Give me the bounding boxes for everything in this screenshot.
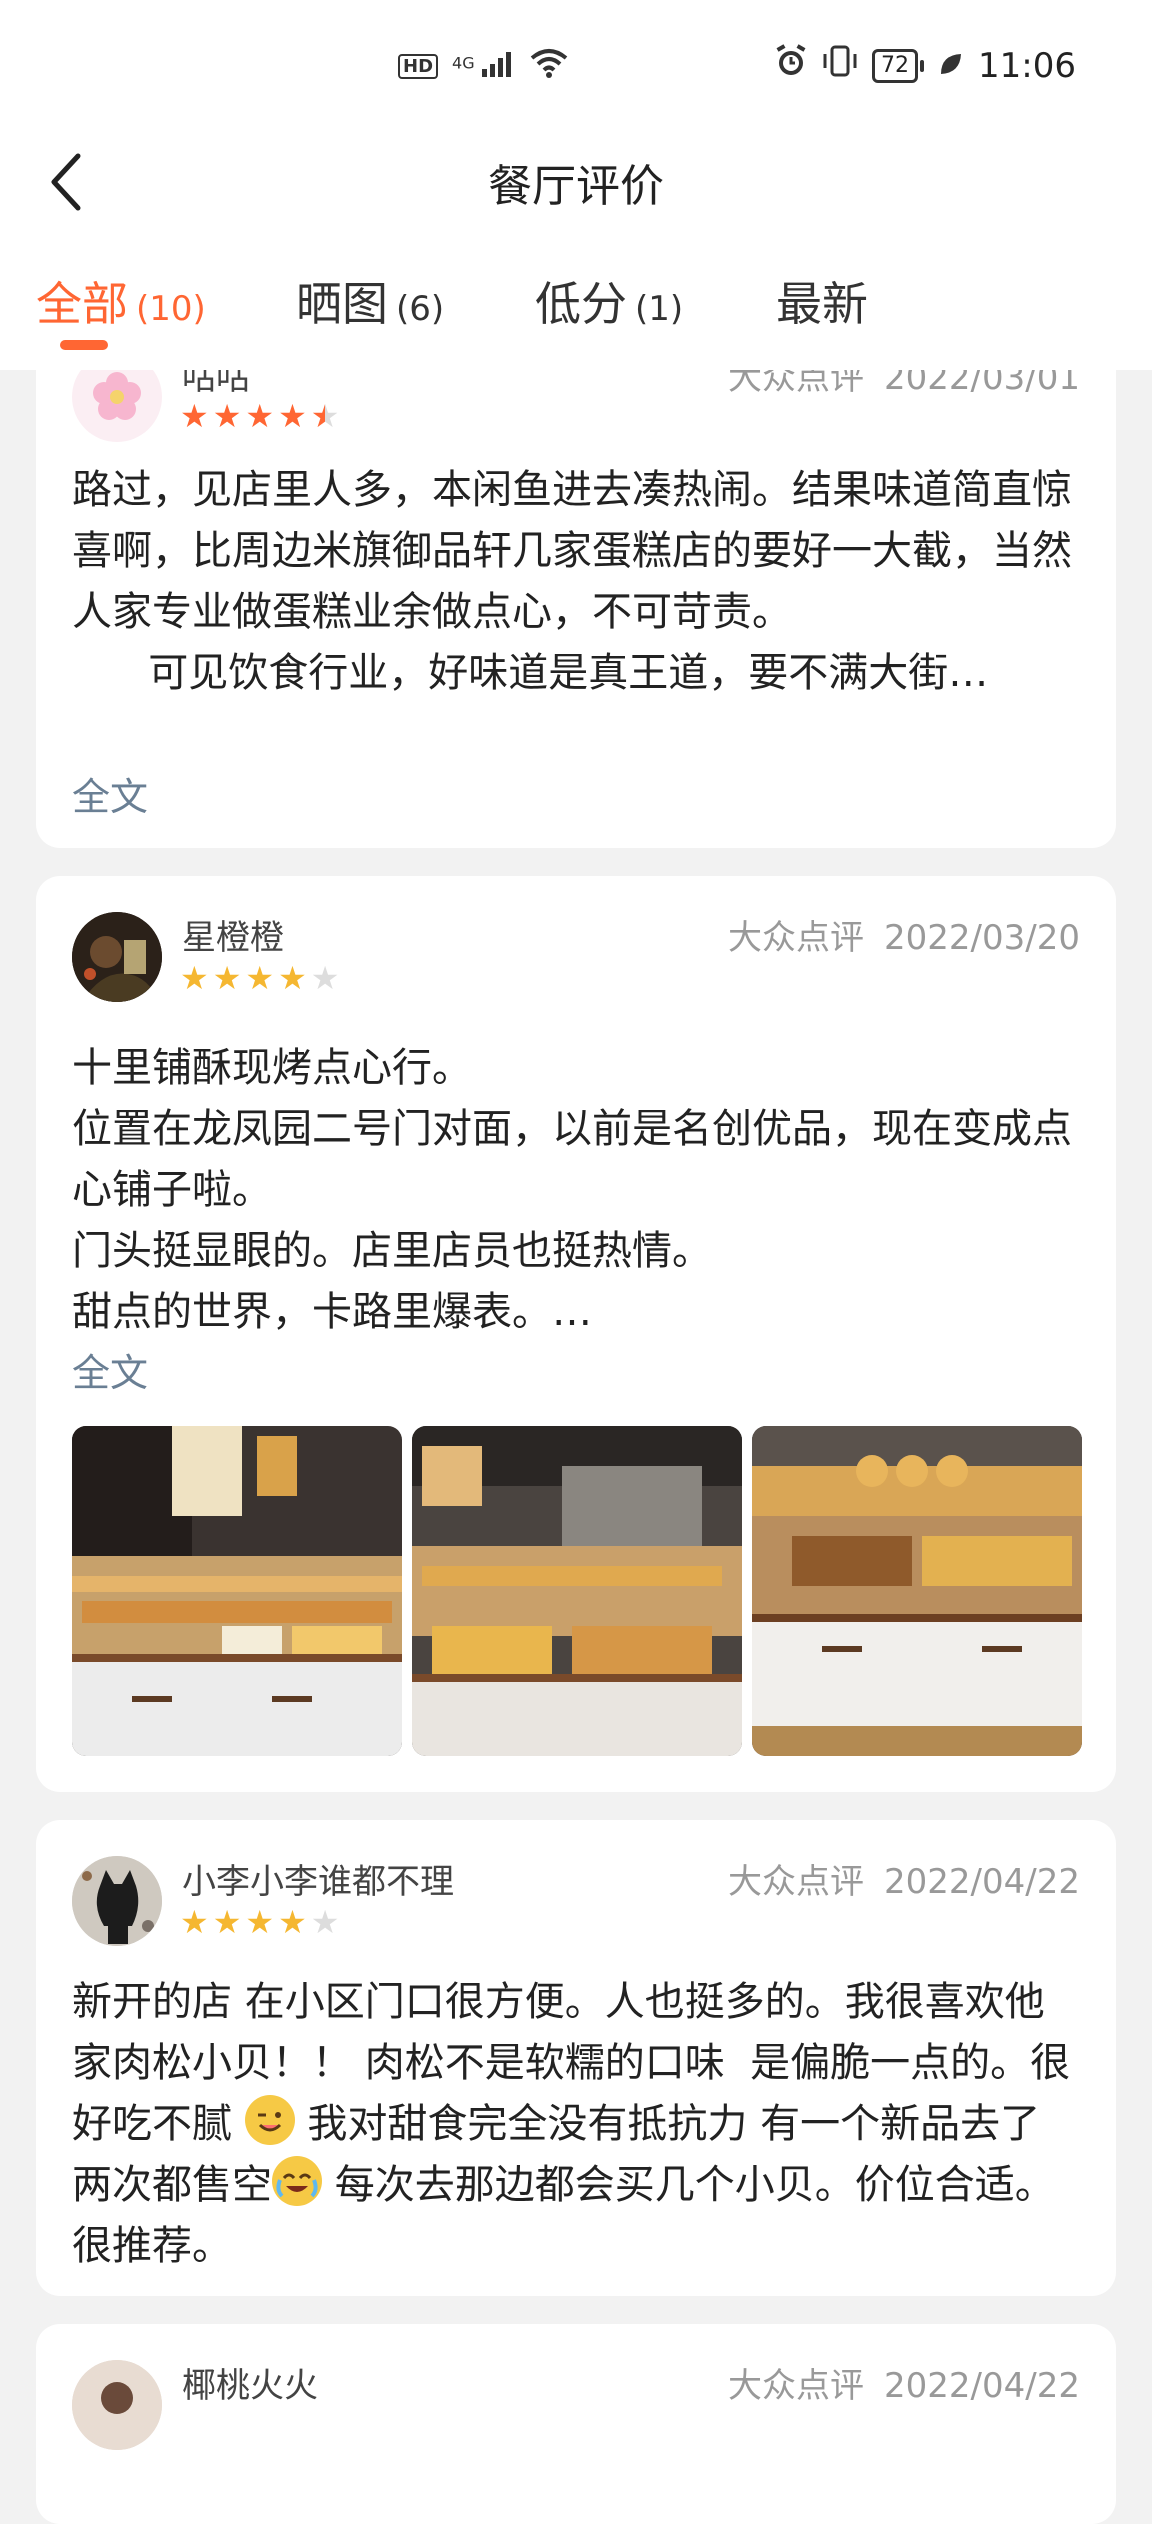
tab-label: 低分	[535, 277, 627, 331]
user-photo-icon	[72, 2360, 162, 2450]
star-icon: ★	[180, 959, 209, 997]
status-bar: HD 4G 72 11:06	[0, 0, 1152, 130]
wifi-icon	[530, 48, 568, 85]
star-icon: ★	[278, 397, 307, 435]
star-icon: ★	[212, 397, 242, 435]
review-filter-tabs: 全部 (10) 晒图 (6) 低分 (1) 最新	[0, 240, 1152, 370]
vibrate-icon	[822, 44, 858, 87]
battery-level: 72	[872, 48, 919, 83]
star-icon: ★	[212, 959, 242, 997]
star-icon: ★	[212, 1903, 242, 1941]
user-photo-icon	[72, 912, 162, 1002]
avatar[interactable]	[72, 1856, 162, 1946]
tab-label: 晒图	[296, 277, 388, 331]
tab-latest[interactable]: 最新	[776, 268, 876, 334]
review-card: 椰桃火火 大众点评 2022/04/22	[36, 2324, 1116, 2524]
review-text: 路过，见店里人多，本闲鱼进去凑热闹。结果味道简直惊喜啊，比周边米旗御品轩几家蛋糕…	[72, 467, 1072, 696]
tab-low-score[interactable]: 低分 (1)	[535, 268, 683, 334]
star-icon: ★	[180, 1903, 209, 1941]
review-photos	[72, 1426, 1082, 1756]
user-name[interactable]: 星橙橙	[182, 910, 284, 959]
review-date: 2022/03/20	[884, 918, 1080, 958]
read-more-link[interactable]: 全文	[72, 766, 148, 821]
status-right-icons: 72 11:06	[774, 44, 1076, 87]
review-photo[interactable]	[752, 1426, 1082, 1756]
tab-count: (6)	[396, 289, 445, 329]
star-icon: ★	[278, 959, 307, 997]
review-photo[interactable]	[72, 1426, 402, 1756]
tab-photos[interactable]: 晒图 (6)	[296, 268, 444, 334]
avatar[interactable]	[72, 912, 162, 1002]
half-star-icon: ★	[310, 397, 340, 435]
star-icon: ★	[245, 959, 275, 997]
tab-label: 全部	[36, 277, 128, 331]
review-card: 星橙橙 大众点评 2022/03/20 ★ ★ ★ ★ ★ 十里铺酥现烤点心行。 …	[36, 876, 1116, 1792]
status-left-icons: HD 4G	[398, 48, 568, 85]
tab-label: 最新	[776, 277, 868, 331]
tab-all[interactable]: 全部 (10)	[36, 268, 206, 334]
star-icon: ★	[310, 959, 340, 997]
crying-emoji-icon	[272, 2156, 322, 2206]
star-rating: ★ ★ ★ ★ ★	[180, 1906, 339, 1938]
review-date: 2022/04/22	[884, 2366, 1080, 2406]
star-icon: ★	[245, 1903, 275, 1941]
review-photo[interactable]	[412, 1426, 742, 1756]
network-type: 4G	[452, 53, 475, 73]
read-more-link[interactable]: 全文	[72, 1342, 148, 1397]
review-card: 小李小李谁都不理 大众点评 2022/04/22 ★ ★ ★ ★ ★ 新开的店 在…	[36, 1820, 1116, 2296]
leaf-icon	[938, 46, 964, 86]
review-source: 大众点评	[728, 1862, 865, 1902]
clock-time: 11:06	[978, 45, 1076, 86]
review-meta: 大众点评 2022/04/22	[728, 1854, 1080, 1903]
avatar[interactable]	[72, 2360, 162, 2450]
navigation-bar: 餐厅评价	[0, 130, 1152, 240]
user-name[interactable]: 椰桃火火	[182, 2358, 318, 2407]
star-icon: ★	[180, 397, 209, 435]
review-card: 咕咕 大众点评 2022/03/01 ★ ★ ★ ★ ★ 路过，见店里人多，本闲鱼…	[36, 300, 1116, 848]
alarm-icon	[774, 44, 808, 87]
cat-avatar-icon	[72, 1856, 162, 1946]
signal-icon: 4G	[452, 51, 516, 83]
user-name[interactable]: 小李小李谁都不理	[182, 1854, 454, 1903]
review-text: 新开的店 在小区门口很方便。人也挺多的。我很喜欢他家肉松小贝！！ 肉松不是软糯的…	[72, 1972, 1080, 2277]
review-date: 2022/04/22	[884, 1862, 1080, 1902]
active-tab-indicator	[60, 340, 108, 350]
review-meta: 大众点评 2022/03/20	[728, 910, 1080, 959]
wink-emoji-icon	[244, 2095, 295, 2145]
tab-count: (1)	[635, 289, 684, 329]
review-meta: 大众点评 2022/04/22	[728, 2358, 1080, 2407]
star-icon: ★	[310, 1903, 340, 1941]
star-icon: ★	[278, 1903, 307, 1941]
star-rating: ★ ★ ★ ★ ★	[180, 400, 339, 432]
review-text: 十里铺酥现烤点心行。 位置在龙凤园二号门对面，以前是名创优品，现在变成点心铺子啦…	[72, 1045, 1072, 1335]
page-title: 餐厅评价	[488, 161, 664, 212]
hd-icon: HD	[398, 54, 439, 79]
review-source: 大众点评	[728, 918, 865, 958]
tab-count: (10)	[136, 289, 206, 329]
star-icon: ★	[245, 397, 275, 435]
review-source: 大众点评	[728, 2366, 865, 2406]
star-rating: ★ ★ ★ ★ ★	[180, 962, 339, 994]
battery-icon: 72	[872, 48, 925, 83]
